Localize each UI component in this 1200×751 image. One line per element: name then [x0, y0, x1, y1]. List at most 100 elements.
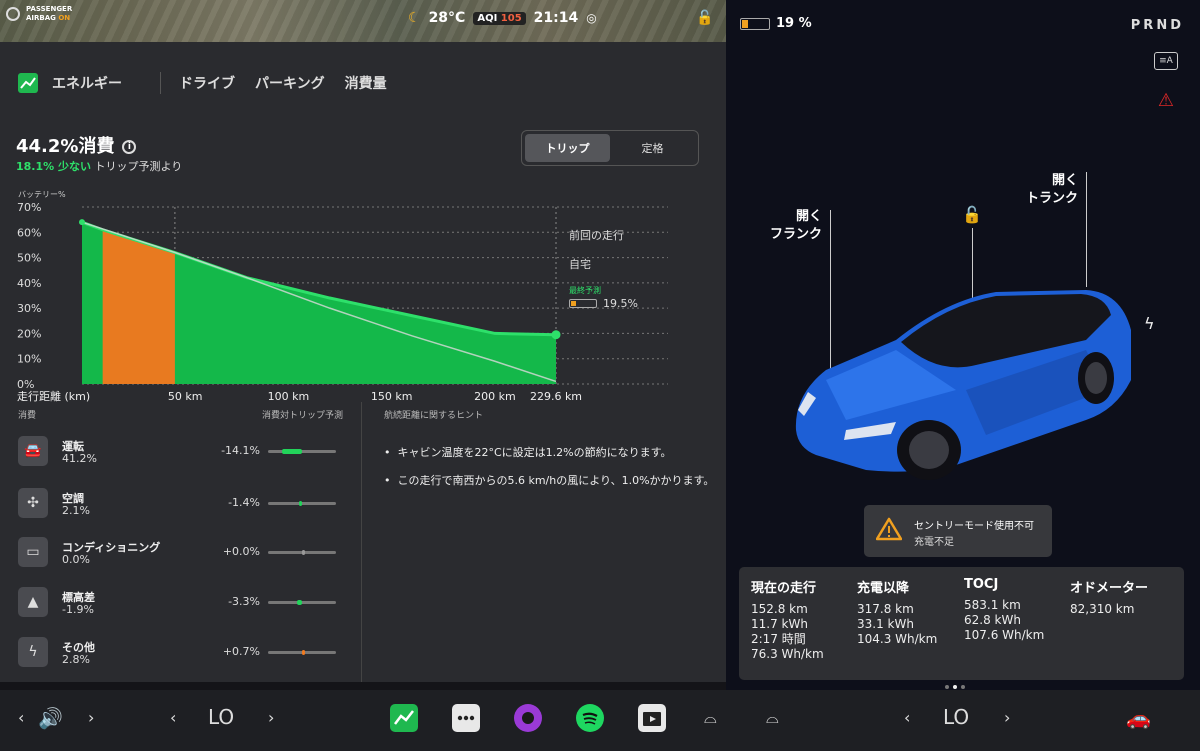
- x-tick-label: 100 km: [268, 390, 310, 402]
- x-tick-label: 50 km: [168, 390, 203, 402]
- highlight-band: [102, 229, 175, 384]
- sentry-title: セントリーモード使用不可: [914, 521, 1034, 532]
- temp-down-right[interactable]: ‹: [904, 708, 910, 727]
- stats-current-trip: 現在の走行 152.8 km 11.7 kWh 2:17 時間 76.3 Wh/…: [751, 581, 824, 661]
- y-tick-label: 60%: [17, 226, 41, 239]
- stats-tocj: TOCJ 583.1 km 62.8 kWh 107.6 Wh/km: [964, 577, 1045, 642]
- stats-since-charge: 充電以降 317.8 km 33.1 kWh 104.3 Wh/km: [857, 581, 938, 646]
- consumption-column-header: 消費対トリップ予測: [262, 411, 344, 421]
- final-point: [551, 330, 561, 340]
- chevron-right-icon[interactable]: ›: [88, 708, 94, 727]
- car-status-icon[interactable]: 🚗: [1126, 706, 1151, 730]
- connectivity-icon: ◎: [586, 11, 597, 25]
- consumption-row-elevation[interactable]: ▲ 標高差 -1.9% -3.3%: [18, 587, 338, 621]
- tab-consumption[interactable]: 消費量: [345, 73, 387, 93]
- y-tick-label: 40%: [17, 277, 41, 290]
- page-indicator: [945, 685, 965, 689]
- airbag-icon: [6, 7, 20, 21]
- y-tick-label: 70%: [17, 201, 41, 214]
- tab-drive[interactable]: ドライブ: [179, 73, 235, 93]
- energy-chart-svg: バッテリー%70%60%50%40%30%20%10%0%走行距離 (km) 50…: [17, 190, 668, 402]
- driver-temp: LO: [208, 705, 235, 729]
- start-point: [79, 219, 85, 226]
- open-frunk-label[interactable]: 開く フランク: [770, 208, 822, 244]
- airbag-line1: PASSENGER: [26, 5, 73, 13]
- battery-percent: 19 %: [776, 16, 812, 31]
- tab-divider: [160, 72, 161, 94]
- battery-icon: [740, 17, 770, 30]
- energy-app-icon[interactable]: [390, 704, 418, 732]
- info-icon[interactable]: i: [122, 140, 137, 154]
- energy-panel: エネルギー ドライブ パーキング 消費量 44.2%消費 i 18.1% 少ない …: [0, 42, 726, 682]
- open-trunk-label[interactable]: 開く トランク: [1026, 172, 1078, 208]
- temp-up-right[interactable]: ›: [1004, 708, 1010, 727]
- final-battery-icon: [569, 299, 597, 308]
- temperature: 28°C: [428, 10, 466, 26]
- door-lock-icon[interactable]: 🔓: [962, 205, 982, 224]
- rear-defrost-icon[interactable]: ⌓: [704, 708, 717, 728]
- delta-bar: [268, 550, 336, 555]
- y-tick-label: 30%: [17, 302, 41, 315]
- consumption-row-driving[interactable]: 🚘 運転 41.2% -14.1%: [18, 436, 338, 470]
- lock-icon[interactable]: 🔓: [696, 10, 713, 26]
- tab-parking[interactable]: パーキング: [255, 73, 325, 93]
- aqi-badge: AQI 105: [473, 11, 526, 25]
- consumption-headline: 44.2%消費 i: [16, 132, 137, 158]
- screen: PASSENGER AIRBAG ON ☾ 28°C AQI 105 21:14…: [0, 0, 1200, 751]
- delta-bar: [268, 449, 336, 454]
- trip-stats-card[interactable]: 現在の走行 152.8 km 11.7 kWh 2:17 時間 76.3 Wh/…: [739, 567, 1184, 680]
- consumption-row-other[interactable]: ϟ その他 2.8% +0.7%: [18, 637, 338, 671]
- sentry-subtitle: 充電不足: [914, 537, 954, 548]
- toggle-rated[interactable]: 定格: [610, 134, 695, 162]
- passenger-airbag-indicator: PASSENGER AIRBAG ON: [6, 5, 72, 23]
- chevron-left-icon[interactable]: ‹: [18, 708, 24, 727]
- x-tick-label: 229.6 km: [530, 390, 582, 402]
- volume-icon[interactable]: 🔊: [38, 706, 63, 730]
- y-axis-label: バッテリー%: [18, 190, 66, 199]
- fan-icon: ✣: [18, 488, 48, 518]
- passenger-temp: LO: [943, 705, 970, 729]
- energy-chart: バッテリー% 70% 60% 50% 40% 30% 20% 10% 0% 走行距離 (km) 50…: [0, 187, 726, 402]
- delta-bar: [268, 600, 336, 605]
- delta-bar: [268, 650, 336, 655]
- seatbelt-warning-icon: ⚠: [1157, 90, 1174, 111]
- consumption-title: 消費: [18, 411, 37, 421]
- temp-up-left[interactable]: ›: [268, 708, 274, 727]
- trip-rated-toggle: トリップ 定格: [521, 130, 699, 166]
- consumption-row-climate[interactable]: ✣ 空調 2.1% -1.4%: [18, 488, 338, 522]
- delta-bar: [268, 501, 336, 506]
- more-apps-icon[interactable]: [452, 704, 480, 732]
- front-defrost-icon[interactable]: ⌓: [766, 708, 779, 728]
- airbag-state: ON: [58, 14, 71, 22]
- car-icon: 🚘: [18, 436, 48, 466]
- battery-conditioning-icon: ▭: [18, 537, 48, 567]
- moon-icon: ☾: [408, 10, 421, 26]
- car-model[interactable]: [786, 270, 1146, 490]
- airbag-line2: AIRBAG: [26, 14, 56, 22]
- camera-app-icon[interactable]: [514, 704, 542, 732]
- stats-odometer: オドメーター 82,310 km: [1070, 581, 1149, 616]
- side-label-previous-trip: 前回の走行: [569, 229, 624, 242]
- mountain-icon: ▲: [18, 587, 48, 617]
- x-tick-label: 150 km: [371, 390, 413, 402]
- final-prediction-value: 19.5%: [603, 297, 638, 310]
- auto-headlight-icon[interactable]: ≡A: [1154, 52, 1178, 70]
- status-bar: ☾ 28°C AQI 105 21:14 ◎: [408, 10, 597, 26]
- section-divider: [361, 402, 362, 682]
- sentry-mode-alert: セントリーモード使用不可 充電不足: [864, 505, 1052, 557]
- final-prediction-label: 最終予測: [569, 286, 601, 295]
- prediction-comparison: 18.1% 少ない トリップ予測より: [16, 160, 183, 173]
- tab-energy[interactable]: エネルギー: [52, 73, 122, 93]
- toggle-trip[interactable]: トリップ: [525, 134, 610, 162]
- x-axis-label: 走行距離 (km): [17, 389, 90, 402]
- bottom-bar: ‹ 🔊 › ‹ LO › ⌓ ⌓ ‹ LO › 🚗: [0, 690, 1200, 751]
- clock: 21:14: [533, 10, 579, 26]
- map-strip[interactable]: [0, 0, 726, 42]
- spotify-icon[interactable]: [576, 704, 604, 732]
- y-tick-label: 10%: [17, 353, 41, 366]
- consumption-row-conditioning[interactable]: ▭ コンディショニング 0.0% +0.0%: [18, 537, 338, 571]
- theater-icon[interactable]: [638, 704, 666, 732]
- temp-down-left[interactable]: ‹: [170, 708, 176, 727]
- y-tick-label: 50%: [17, 252, 41, 265]
- energy-tabs: エネルギー ドライブ パーキング 消費量: [18, 72, 407, 94]
